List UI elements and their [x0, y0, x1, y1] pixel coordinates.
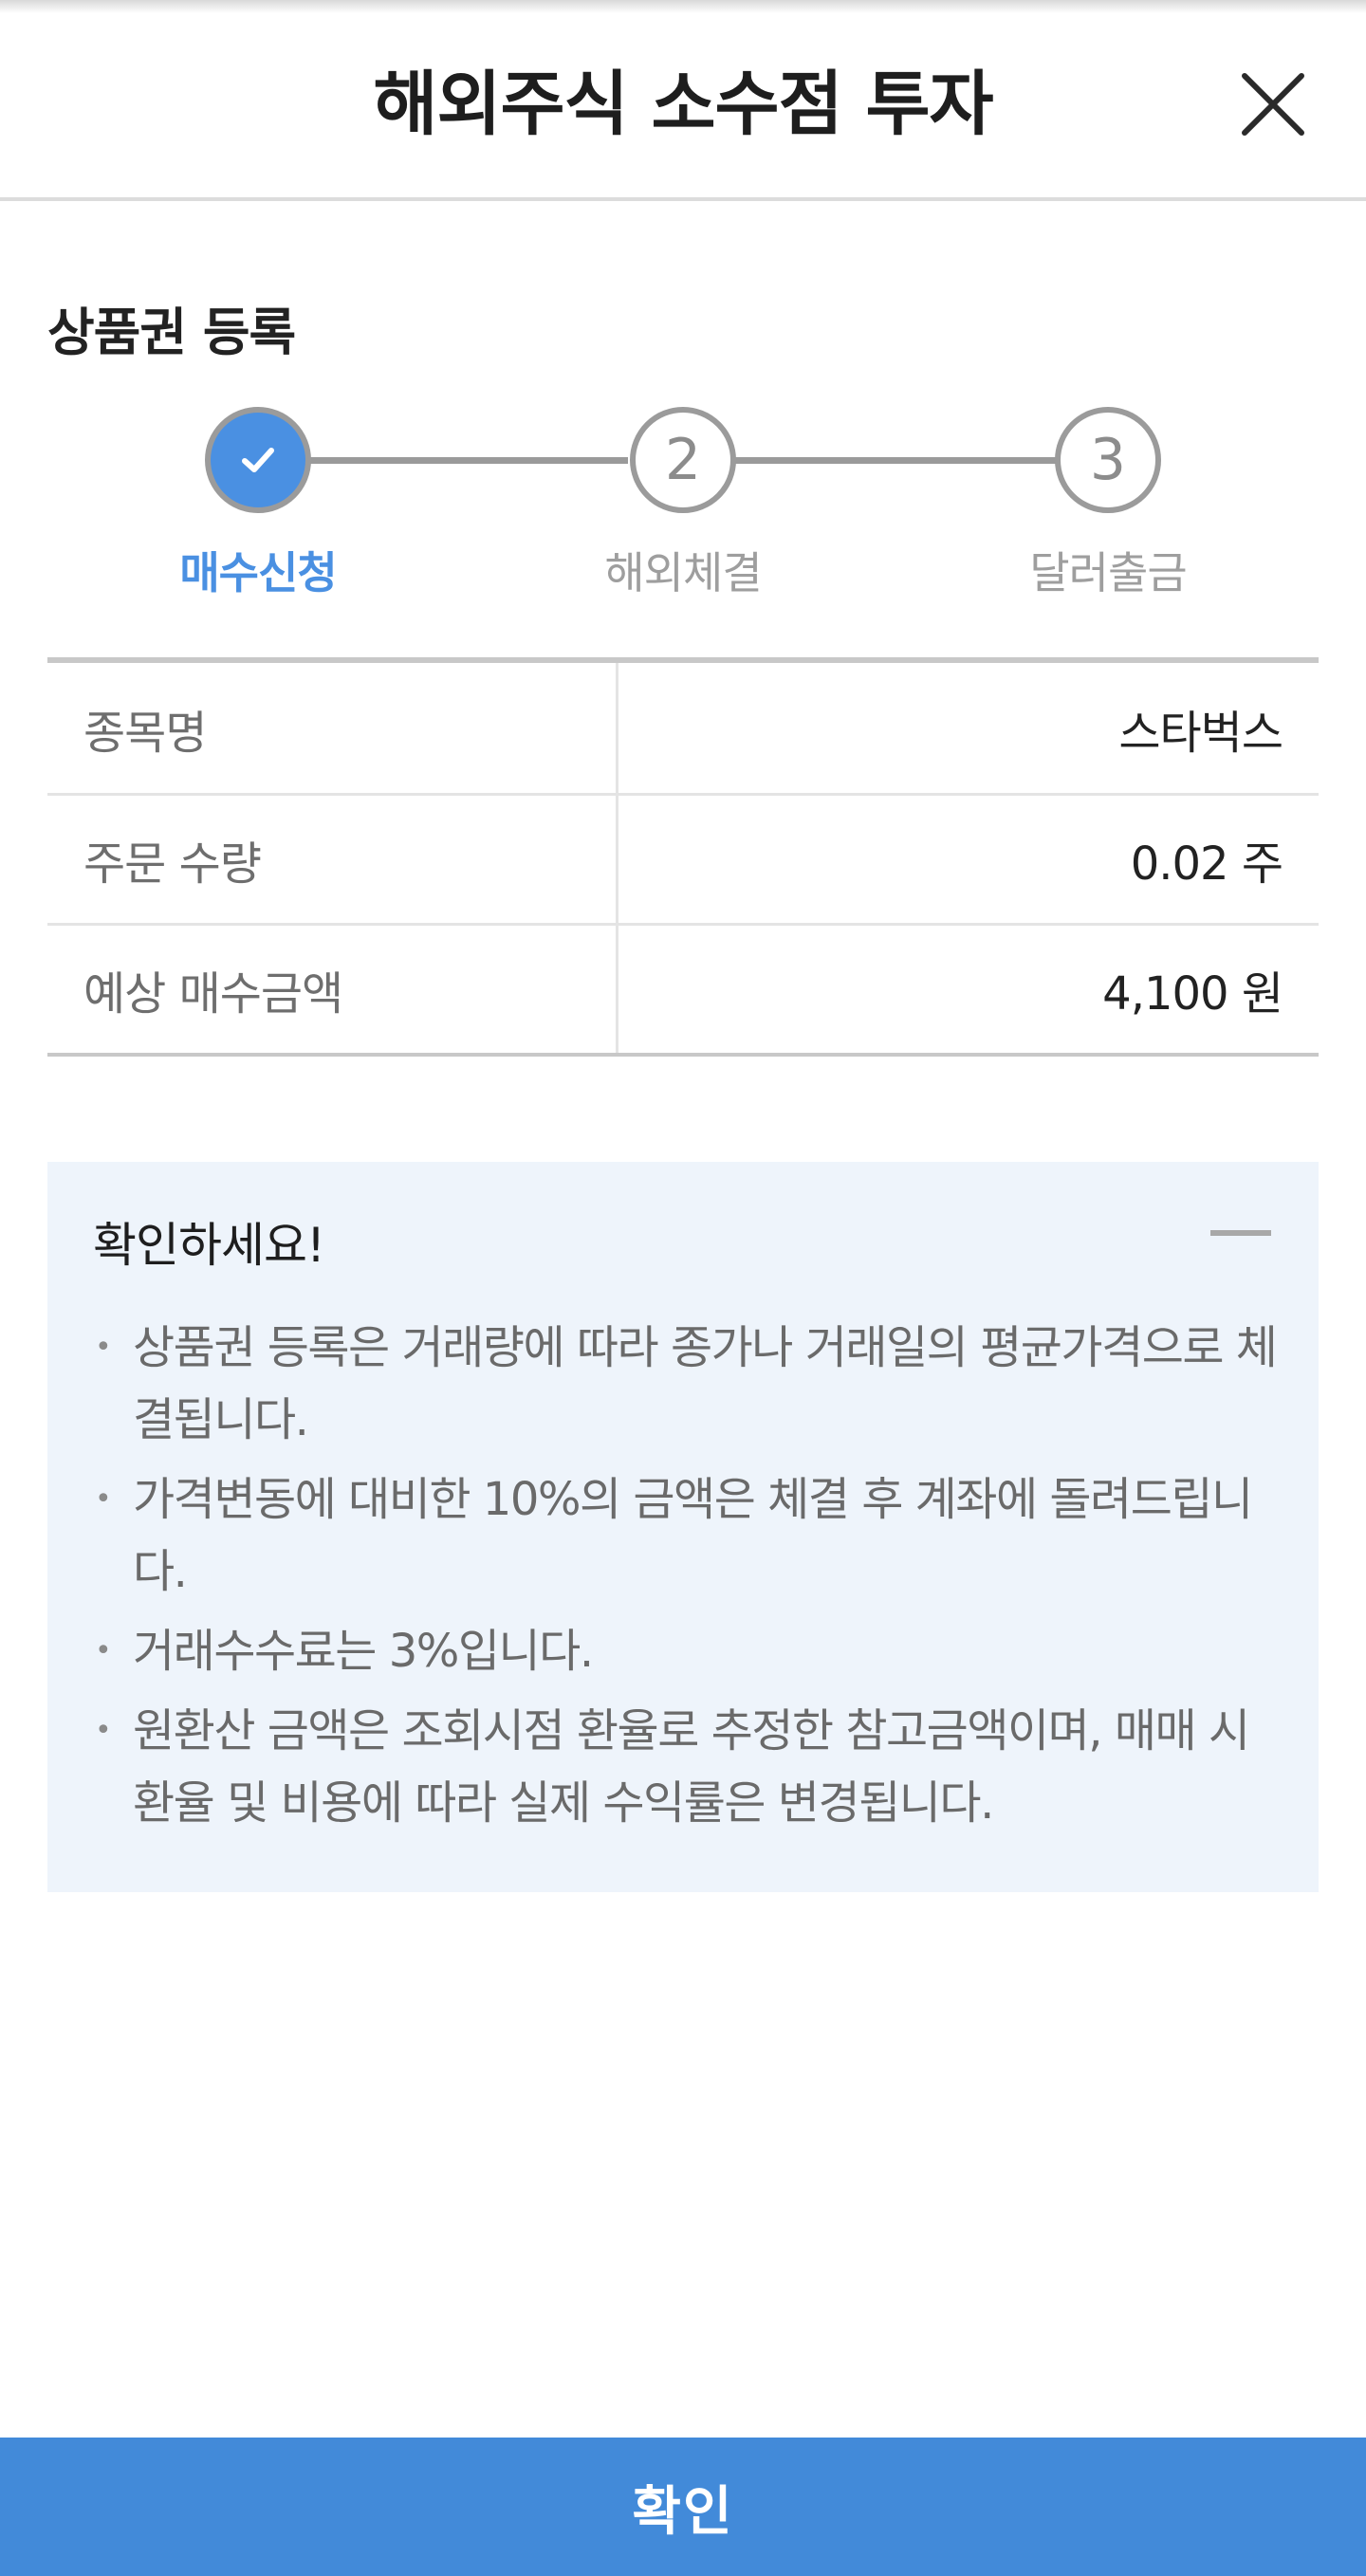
notice-text: 상품권 등록은 거래량에 따라 종가나 거래일의 평균가격으로 체결됩니다.	[133, 1321, 1278, 1446]
step-3-number: 3	[1089, 427, 1127, 493]
notice-text: 원환산 금액은 조회시점 환율로 추정한 참고금액이며, 매매 시 환율 및 비…	[133, 1704, 1250, 1830]
quantity-label: 주문 수량	[47, 796, 618, 923]
step-3-circle: 3	[1055, 407, 1161, 513]
bullet-icon: •	[95, 1331, 112, 1364]
notice-text: 거래수수료는 3%입니다.	[133, 1625, 594, 1678]
bullet-icon: •	[95, 1482, 112, 1516]
step-1-label: 매수신청	[179, 547, 337, 598]
close-button[interactable]	[1233, 64, 1313, 144]
quantity-value: 0.02 주	[1130, 837, 1283, 891]
table-row-stock-name: 종목명 스타벅스	[47, 663, 1319, 793]
bullet-icon: •	[95, 1634, 112, 1667]
modal-page: 해외주식 소수점 투자 상품권 등록 2 3 매수신청 해외체결 달러출금 종목…	[0, 0, 1366, 2576]
step-3-label: 달러출금	[1029, 547, 1187, 598]
status-bar-shadow	[0, 0, 1366, 13]
section-title: 상품권 등록	[47, 303, 296, 362]
step-2-label: 해외체결	[604, 547, 762, 598]
progress-stepper: 2 3 매수신청 해외체결 달러출금	[0, 398, 1366, 607]
step-connector-1	[305, 457, 628, 464]
expected-amount-value: 4,100 원	[1102, 967, 1283, 1021]
list-item: • 가격변동에 대비한 10%의 금액은 체결 후 계좌에 돌려드립니다.	[93, 1463, 1290, 1608]
step-2-circle: 2	[630, 407, 736, 513]
minus-icon[interactable]	[1210, 1230, 1271, 1236]
check-icon	[242, 448, 274, 472]
order-info-table: 종목명 스타벅스 주문 수량 0.02 주 예상 매수금액 4,100 원	[47, 657, 1319, 1057]
table-row-quantity: 주문 수량 0.02 주	[47, 793, 1319, 923]
page-title: 해외주식 소수점 투자	[373, 64, 993, 145]
expected-amount-label: 예상 매수금액	[47, 926, 618, 1053]
list-item: • 상품권 등록은 거래량에 따라 종가나 거래일의 평균가격으로 체결됩니다.	[93, 1312, 1290, 1456]
confirm-button[interactable]: 확인	[0, 2438, 1366, 2576]
notice-title: 확인하세요!	[93, 1218, 325, 1273]
list-item: • 거래수수료는 3%입니다.	[93, 1615, 1290, 1687]
notice-list: • 상품권 등록은 거래량에 따라 종가나 거래일의 평균가격으로 체결됩니다.…	[93, 1312, 1290, 1847]
notice-text: 가격변동에 대비한 10%의 금액은 체결 후 계좌에 돌려드립니다.	[133, 1473, 1253, 1598]
modal-header: 해외주식 소수점 투자	[0, 0, 1366, 201]
table-row-expected-amount: 예상 매수금액 4,100 원	[47, 923, 1319, 1053]
step-connector-2	[734, 457, 1057, 464]
stock-name-label: 종목명	[47, 663, 618, 793]
close-icon	[1242, 73, 1304, 136]
list-item: • 원환산 금액은 조회시점 환율로 추정한 참고금액이며, 매매 시 환율 및…	[93, 1695, 1290, 1839]
step-2-number: 2	[664, 427, 702, 493]
notice-box: 확인하세요! • 상품권 등록은 거래량에 따라 종가나 거래일의 평균가격으로…	[47, 1162, 1319, 1892]
bullet-icon: •	[95, 1714, 112, 1747]
step-1-circle	[205, 407, 311, 513]
stock-name-value: 스타벅스	[1118, 706, 1283, 760]
